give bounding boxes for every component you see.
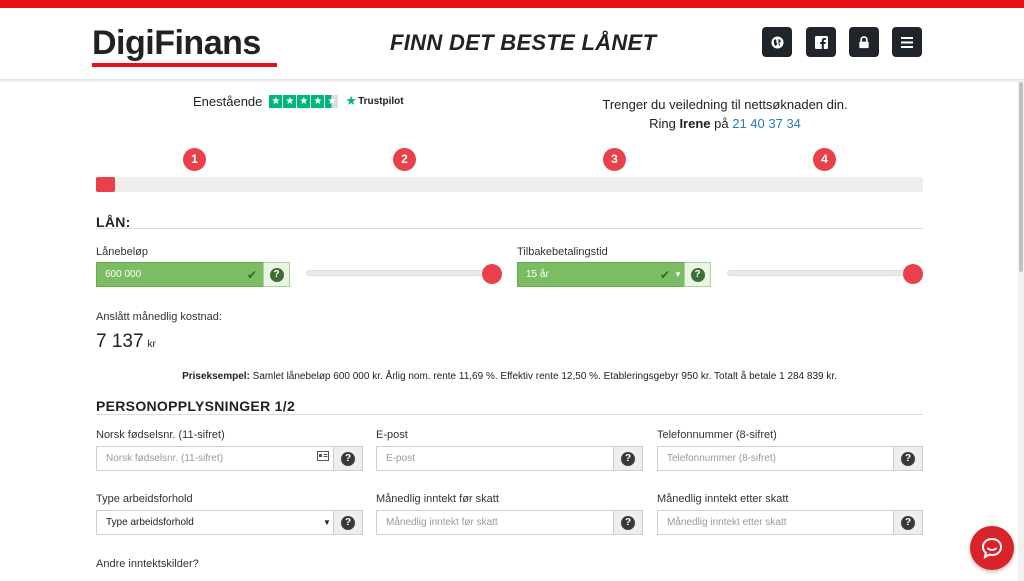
trustpilot-rating-text: Enestående: [193, 93, 263, 109]
help-text: Trenger du veiledning til nettsøknaden d…: [590, 95, 860, 133]
phone-label: Telefonnummer (8-sifret): [657, 429, 777, 441]
amount-value: 600 000: [105, 269, 142, 280]
trustpilot-logo: ★ Trustpilot: [345, 93, 403, 109]
amount-slider-handle[interactable]: [482, 264, 502, 284]
phone-help-button[interactable]: ?: [894, 446, 923, 471]
term-value: 15 år: [526, 269, 549, 280]
trustpilot-stars: ★ ★ ★ ★ ★: [269, 94, 339, 108]
email-input[interactable]: E-post: [376, 446, 614, 471]
help-line-1: Trenger du veiledning til nettsøknaden d…: [602, 97, 848, 112]
income-before-tax-input[interactable]: Månedlig inntekt før skatt: [376, 510, 614, 535]
id-card-icon: [317, 451, 329, 464]
income-after-tax-input[interactable]: Månedlig inntekt etter skatt: [657, 510, 894, 535]
trustpilot-star-icon: ★: [345, 93, 358, 108]
check-icon: ✔: [660, 267, 671, 282]
login-button[interactable]: [849, 27, 879, 57]
trustpilot-widget[interactable]: Enestående ★ ★ ★ ★ ★ ★ Trustpilot: [193, 93, 404, 109]
progress-bar-fill: [96, 177, 115, 192]
income-before-tax-help-button[interactable]: ?: [614, 510, 643, 535]
step-1: 1: [183, 148, 206, 171]
price-example-label: Priseksempel:: [182, 371, 250, 382]
language-button[interactable]: [762, 27, 792, 57]
term-help-button[interactable]: ?: [684, 262, 711, 287]
step-4: 4: [813, 148, 836, 171]
step-3: 3: [603, 148, 626, 171]
monthly-cost-label: Anslått månedlig kostnad:: [96, 311, 222, 323]
star-icon: ★: [297, 94, 311, 108]
question-icon: ?: [341, 515, 355, 530]
step-2: 2: [393, 148, 416, 171]
price-example: Priseksempel: Samlet lånebeløp 600 000 k…: [96, 371, 923, 382]
facebook-icon: [814, 35, 828, 49]
question-icon: ?: [621, 515, 635, 530]
monthly-cost-unit: kr: [147, 339, 156, 350]
question-icon: ?: [269, 267, 284, 282]
site-header: DigiFinans FINN DET BESTE LÅNET: [0, 8, 1024, 80]
email-label: E-post: [376, 429, 408, 441]
chat-icon: [981, 537, 1003, 559]
employment-label: Type arbeidsforhold: [96, 493, 193, 505]
trustpilot-brand: Trustpilot: [358, 95, 404, 107]
facebook-button[interactable]: [806, 27, 836, 57]
star-icon: ★: [269, 94, 283, 108]
phone-input[interactable]: Telefonnummer (8-sifret): [657, 446, 894, 471]
amount-slider[interactable]: [306, 270, 492, 276]
help-contact-name: Irene: [679, 116, 711, 131]
progress-bar: [96, 177, 923, 192]
income-after-tax-label: Månedlig inntekt etter skatt: [657, 493, 789, 505]
half-star-icon: ★: [325, 94, 339, 108]
term-label: Tilbakebetalingstid: [517, 246, 608, 258]
lock-icon: [859, 35, 869, 48]
help-line-2: Ring Irene på 21 40 37 34: [590, 114, 860, 133]
term-slider-handle[interactable]: [903, 264, 923, 284]
chevron-down-icon: ▼: [323, 518, 331, 527]
email-help-button[interactable]: ?: [614, 446, 643, 471]
question-icon: ?: [690, 267, 705, 282]
ssn-label: Norsk fødselsnr. (11-sifret): [96, 429, 225, 441]
price-example-text: Samlet lånebeløp 600 000 kr. Årlig nom. …: [252, 371, 837, 382]
income-after-tax-help-button[interactable]: ?: [894, 510, 923, 535]
help-on: på: [714, 116, 729, 131]
monthly-cost: 7 137 kr: [96, 331, 156, 353]
section-divider: [96, 228, 923, 229]
ssn-input[interactable]: Norsk fødselsnr. (11-sifret): [96, 446, 334, 471]
amount-label: Lånebeløp: [96, 246, 148, 258]
star-icon: ★: [283, 94, 297, 108]
question-icon: ?: [901, 515, 915, 530]
question-icon: ?: [341, 451, 355, 466]
section-divider: [96, 414, 923, 415]
term-slider[interactable]: [727, 270, 913, 276]
monthly-cost-value: 7 137: [96, 331, 144, 352]
personal-section-title: PERSONOPPLYSNINGER 1/2: [96, 398, 296, 414]
question-icon: ?: [621, 451, 635, 466]
top-accent-bar: [0, 0, 1024, 8]
star-icon: ★: [311, 94, 325, 108]
check-icon: ✔: [247, 267, 258, 282]
page-headline: FINN DET BESTE LÅNET: [390, 30, 657, 55]
term-select[interactable]: 15 år ✔ ▼: [517, 262, 685, 287]
employment-select[interactable]: Type arbeidsforhold: [96, 510, 334, 535]
logo-underline: [92, 63, 277, 67]
income-before-tax-label: Månedlig inntekt før skatt: [376, 493, 499, 505]
amount-field[interactable]: 600 000 ✔: [96, 262, 264, 287]
chevron-down-icon: ▼: [674, 270, 682, 279]
amount-help-button[interactable]: ?: [263, 262, 290, 287]
globe-icon: [770, 35, 784, 49]
menu-icon: [901, 36, 913, 48]
other-income-label: Andre inntektskilder?: [96, 558, 199, 570]
help-phone-link[interactable]: 21 40 37 34: [732, 116, 801, 131]
menu-button[interactable]: [892, 27, 922, 57]
scrollbar-thumb[interactable]: [1019, 82, 1023, 272]
question-icon: ?: [901, 451, 915, 466]
chat-button[interactable]: [970, 526, 1014, 570]
ssn-help-button[interactable]: ?: [334, 446, 363, 471]
logo[interactable]: DigiFinans: [92, 25, 261, 61]
help-ring: Ring: [649, 116, 676, 131]
employment-help-button[interactable]: ?: [334, 510, 363, 535]
